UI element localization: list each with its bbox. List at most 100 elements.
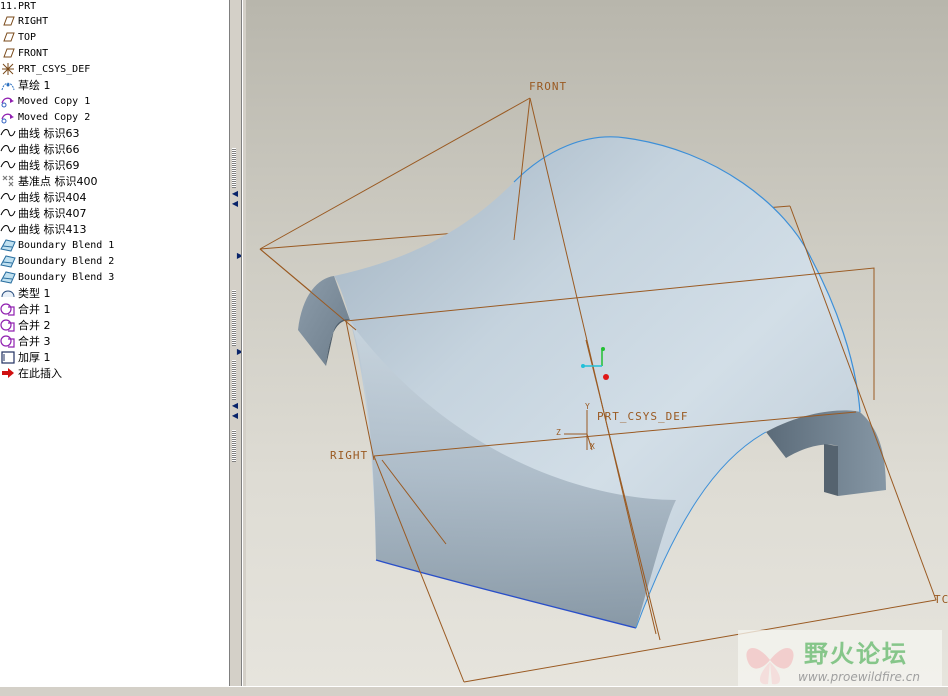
datum-plane-icon: [0, 13, 16, 29]
boundary-blend-icon: [0, 269, 16, 285]
model-tree-item-label: Boundary Blend 1: [18, 239, 115, 251]
thicken-icon: [0, 349, 16, 365]
collapse-arrow-icon[interactable]: ◀: [231, 402, 239, 410]
curve-icon: [0, 189, 16, 205]
forum-watermark: 野火论坛 www.proewildfire.cn: [738, 630, 942, 686]
collapse-arrow-icon[interactable]: ◀: [231, 200, 239, 208]
merge-icon: [0, 301, 16, 317]
datum-plane-icon: [0, 45, 16, 61]
collapse-arrow-icon[interactable]: ◀: [231, 190, 239, 198]
merge-icon: [0, 333, 16, 349]
collapse-arrow-icon[interactable]: ◀: [231, 412, 239, 420]
csys-z-label: Z: [556, 428, 562, 437]
front-datum-label[interactable]: FRONT: [529, 80, 567, 93]
triad-x-axis: [603, 374, 609, 380]
graphics-viewport[interactable]: FRONT RIGHT TC PRT_CSYS_DEF Y Z X 野火论坛 w…: [246, 0, 948, 686]
csys-datum-label[interactable]: PRT_CSYS_DEF: [597, 410, 688, 423]
model-tree-item[interactable]: 曲线 标识404: [0, 189, 228, 205]
curve-icon: [0, 125, 16, 141]
model-tree-item-label: 合并 3: [18, 335, 51, 348]
model-tree-item-label: Boundary Blend 3: [18, 271, 115, 283]
model-tree-item[interactable]: 曲线 标识413: [0, 221, 228, 237]
model-tree-item[interactable]: 基准点 标识400: [0, 173, 228, 189]
curve-icon: [0, 157, 16, 173]
model-tree-item[interactable]: Moved Copy 1: [0, 93, 228, 109]
datum-point-icon: [0, 173, 16, 189]
datum-plane-icon: [0, 29, 16, 45]
model-tree-item[interactable]: PRT_CSYS_DEF: [0, 61, 228, 77]
model-tree-item-label: Boundary Blend 2: [18, 255, 115, 267]
model-tree-root-label: 11.PRT: [0, 1, 37, 12]
model-tree-item-label: 曲线 标识69: [18, 159, 80, 172]
splitter-grip-middle[interactable]: [232, 290, 236, 346]
model-tree-item-label: FRONT: [18, 47, 49, 59]
model-tree-item-label: 在此插入: [18, 367, 62, 380]
butterfly-logo-icon: [746, 647, 794, 685]
splitter-grip-lower[interactable]: [232, 360, 236, 400]
sketch-icon: [0, 77, 16, 93]
model-tree-item[interactable]: 草绘 1: [0, 77, 228, 93]
model-tree-panel[interactable]: 11.PRT RIGHT TOP FRONT PRT_CSYS_DEF 草绘 1 Move…: [0, 0, 230, 686]
splitter-grip-top[interactable]: [232, 148, 236, 188]
model-tree-item[interactable]: FRONT: [0, 45, 228, 61]
model-canvas[interactable]: [246, 0, 948, 686]
panel-splitter[interactable]: ◀ ◀ ▶ ▶ ◀ ◀: [230, 0, 246, 686]
coordinate-system-icon: [0, 61, 16, 77]
model-tree-item[interactable]: 曲线 标识63: [0, 125, 228, 141]
model-tree-item[interactable]: Boundary Blend 3: [0, 269, 228, 285]
model-tree-item[interactable]: 曲线 标识407: [0, 205, 228, 221]
model-tree-item[interactable]: RIGHT: [0, 13, 228, 29]
model-tree-item-label: 曲线 标识413: [18, 223, 87, 236]
status-bar: [0, 686, 948, 696]
model-tree-item-label: 曲线 标识407: [18, 207, 87, 220]
csys-y-label: Y: [585, 402, 591, 411]
curve-icon: [0, 205, 16, 221]
merge-icon: [0, 317, 16, 333]
moved-copy-icon: [0, 109, 16, 125]
model-tree-item[interactable]: 曲线 标识66: [0, 141, 228, 157]
model-tree-item[interactable]: Boundary Blend 2: [0, 253, 228, 269]
model-tree-item-label: 类型 1: [18, 287, 51, 300]
right-arch-inner: [824, 444, 838, 496]
model-tree-item[interactable]: Boundary Blend 1: [0, 237, 228, 253]
model-tree-item-label: 合并 2: [18, 319, 51, 332]
triad-y-tip: [601, 347, 605, 351]
model-tree-item-label: 草绘 1: [18, 79, 51, 92]
moved-copy-icon: [0, 93, 16, 109]
model-tree-item[interactable]: TOP: [0, 29, 228, 45]
model-tree-item-label: Moved Copy 2: [18, 111, 91, 123]
boundary-blend-icon: [0, 237, 16, 253]
model-tree-item-label: Moved Copy 1: [18, 95, 91, 107]
right-datum-label[interactable]: RIGHT: [330, 449, 368, 462]
model-tree-item-label: 曲线 标识404: [18, 191, 87, 204]
model-tree-item-label: 曲线 标识66: [18, 143, 80, 156]
splitter-grip-bottom[interactable]: [232, 430, 236, 462]
watermark-title: 野火论坛: [804, 640, 908, 668]
model-tree-item[interactable]: 合并 2: [0, 317, 228, 333]
model-tree-item[interactable]: 合并 3: [0, 333, 228, 349]
model-tree-item-label: PRT_CSYS_DEF: [18, 63, 91, 75]
model-tree-item-label: 基准点 标识400: [18, 175, 98, 188]
insert-here-arrow-icon: [0, 365, 16, 381]
model-tree-item[interactable]: 合并 1: [0, 301, 228, 317]
model-tree-item[interactable]: 类型 1: [0, 285, 228, 301]
model-tree-item-label: RIGHT: [18, 15, 49, 27]
model-tree-item-label: 合并 1: [18, 303, 51, 316]
csys-x-label: X: [590, 442, 596, 451]
watermark-url: www.proewildfire.cn: [798, 670, 920, 684]
model-tree-item-label: 曲线 标识63: [18, 127, 80, 140]
boundary-blend-icon: [0, 253, 16, 269]
splitter-highlight-line: [242, 0, 243, 686]
triad-z-tip: [581, 364, 585, 368]
model-tree-root[interactable]: 11.PRT: [0, 0, 36, 14]
model-tree-item-label: 加厚 1: [18, 351, 51, 364]
model-tree-item[interactable]: 曲线 标识69: [0, 157, 228, 173]
curve-icon: [0, 221, 16, 237]
model-tree-item[interactable]: Moved Copy 2: [0, 109, 228, 125]
surface-icon: [0, 285, 16, 301]
top-datum-label[interactable]: TC: [934, 593, 948, 606]
curve-icon: [0, 141, 16, 157]
model-tree-item[interactable]: 在此插入: [0, 365, 228, 381]
model-tree-item-label: TOP: [18, 31, 37, 43]
model-tree-item[interactable]: 加厚 1: [0, 349, 228, 365]
